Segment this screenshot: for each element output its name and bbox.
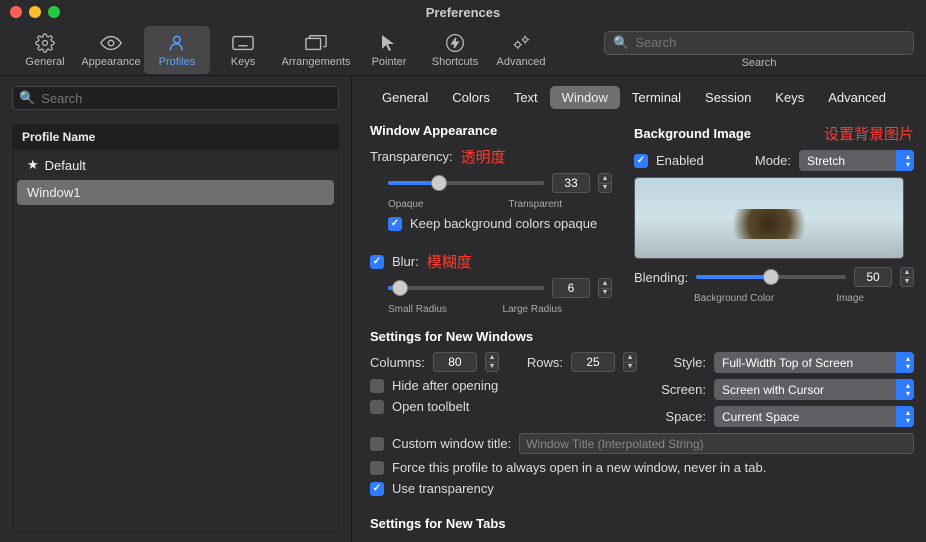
rows-label: Rows:	[527, 355, 563, 370]
columns-stepper[interactable]: ▲▼	[485, 352, 499, 372]
columns-input[interactable]: 80	[433, 352, 477, 372]
tab-colors[interactable]: Colors	[440, 86, 502, 109]
tab-general[interactable]: General	[370, 86, 440, 109]
new-windows-heading: Settings for New Windows	[370, 329, 914, 344]
tab-window[interactable]: Window	[550, 86, 620, 109]
windows-icon	[305, 32, 327, 54]
cursor-icon	[380, 32, 398, 54]
annotation-transparency: 透明度	[461, 146, 506, 167]
toolbelt-checkbox[interactable]	[370, 400, 384, 414]
keyboard-icon	[232, 32, 254, 54]
bolt-icon	[445, 32, 465, 54]
annotation-blur: 模糊度	[427, 251, 472, 272]
blur-checkbox[interactable]	[370, 255, 384, 269]
toolbar-general[interactable]: General	[12, 26, 78, 74]
columns-label: Columns:	[370, 355, 425, 370]
bg-mode-label: Mode:	[755, 153, 791, 168]
keep-bg-checkbox[interactable]	[388, 217, 402, 231]
toolbar-search-label: Search	[742, 57, 777, 69]
toolbar-shortcuts[interactable]: Shortcuts	[422, 26, 488, 74]
blending-slider[interactable]	[696, 267, 846, 287]
style-select[interactable]: Full-Width Top of Screen▴▾	[714, 352, 914, 373]
profile-tabs: General Colors Text Window Terminal Sess…	[370, 86, 914, 109]
window-title: Preferences	[60, 5, 866, 20]
space-select[interactable]: Current Space▴▾	[714, 406, 914, 427]
use-transparency-checkbox[interactable]	[370, 482, 384, 496]
transparency-label: Transparency:	[370, 149, 453, 164]
new-tabs-heading: Settings for New Tabs	[370, 516, 914, 531]
toolbar-arrangements[interactable]: Arrangements	[276, 26, 356, 74]
eye-icon	[100, 32, 122, 54]
tab-advanced[interactable]: Advanced	[816, 86, 898, 109]
bg-image-preview[interactable]	[634, 177, 904, 259]
sidebar: 🔍 Profile Name ★ Default Window1	[0, 76, 352, 542]
toolbar: General Appearance Profiles Keys Arrange…	[0, 24, 926, 76]
profile-row[interactable]: Window1	[17, 180, 334, 205]
keep-bg-label: Keep background colors opaque	[410, 216, 597, 231]
gear-icon	[35, 32, 55, 54]
titlebar: Preferences	[0, 0, 926, 24]
profile-row-label: Window1	[27, 185, 80, 200]
toolbar-advanced[interactable]: Advanced	[488, 26, 554, 74]
screen-select[interactable]: Screen with Cursor▴▾	[714, 379, 914, 400]
transparency-stepper[interactable]: ▲▼	[598, 173, 612, 193]
tab-text[interactable]: Text	[502, 86, 550, 109]
toolbar-profiles[interactable]: Profiles	[144, 26, 210, 74]
blur-stepper[interactable]: ▲▼	[598, 278, 612, 298]
bg-enabled-checkbox[interactable]	[634, 154, 648, 168]
bg-enabled-label: Enabled	[656, 153, 704, 168]
toolbar-pointer[interactable]: Pointer	[356, 26, 422, 74]
profile-row[interactable]: ★ Default	[17, 152, 334, 178]
rows-input[interactable]: 25	[571, 352, 615, 372]
transparency-slider[interactable]	[388, 173, 544, 193]
profile-list: Profile Name ★ Default Window1	[12, 124, 339, 532]
blur-slider[interactable]	[388, 278, 544, 298]
window-appearance-heading: Window Appearance	[370, 123, 612, 138]
search-icon: 🔍	[19, 90, 35, 106]
space-label: Space:	[666, 409, 706, 424]
close-window[interactable]	[10, 6, 22, 18]
force-window-checkbox[interactable]	[370, 461, 384, 475]
toolbar-appearance[interactable]: Appearance	[78, 26, 144, 74]
rows-stepper[interactable]: ▲▼	[623, 352, 637, 372]
zoom-window[interactable]	[48, 6, 60, 18]
profile-search[interactable]: 🔍	[12, 86, 339, 110]
profile-list-header: Profile Name	[12, 124, 339, 150]
style-label: Style:	[673, 355, 706, 370]
toolbar-keys[interactable]: Keys	[210, 26, 276, 74]
content: General Colors Text Window Terminal Sess…	[352, 76, 926, 542]
star-icon: ★	[27, 157, 39, 173]
blending-value[interactable]: 50	[854, 267, 892, 287]
hide-checkbox[interactable]	[370, 379, 384, 393]
tab-terminal[interactable]: Terminal	[620, 86, 693, 109]
window-controls	[10, 6, 60, 18]
blur-label: Blur:	[392, 254, 419, 269]
tab-session[interactable]: Session	[693, 86, 763, 109]
profile-row-label: Default	[45, 158, 86, 173]
profile-search-input[interactable]	[41, 91, 332, 106]
minimize-window[interactable]	[29, 6, 41, 18]
blending-label: Blending:	[634, 270, 688, 285]
person-icon	[167, 32, 187, 54]
screen-label: Screen:	[661, 382, 706, 397]
search-icon: 🔍	[613, 35, 629, 51]
tab-keys[interactable]: Keys	[763, 86, 816, 109]
annotation-bgimage: 设置背景图片	[824, 123, 914, 144]
gears-icon	[510, 32, 532, 54]
bg-mode-select[interactable]: Stretch▴▾	[799, 150, 914, 171]
blur-value[interactable]: 6	[552, 278, 590, 298]
transparency-value[interactable]: 33	[552, 173, 590, 193]
toolbar-search[interactable]: 🔍	[604, 31, 914, 55]
bg-image-heading: Background Image	[634, 126, 751, 141]
blending-stepper[interactable]: ▲▼	[900, 267, 914, 287]
toolbar-search-input[interactable]	[635, 35, 905, 50]
custom-title-input[interactable]: Window Title (Interpolated String)	[519, 433, 914, 454]
custom-title-checkbox[interactable]	[370, 437, 384, 451]
